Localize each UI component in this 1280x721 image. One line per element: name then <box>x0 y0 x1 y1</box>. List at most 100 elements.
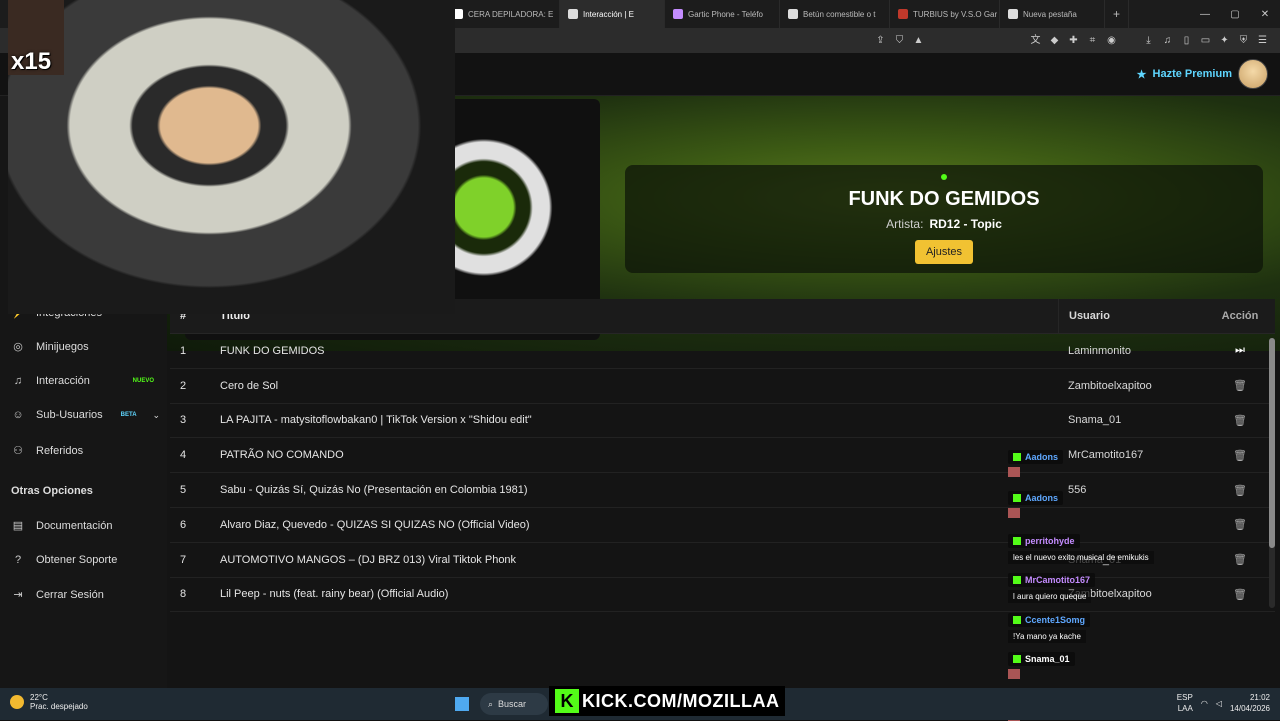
alert-icon[interactable]: ▲ <box>913 35 924 46</box>
clock[interactable]: 21:02 14/04/2026 <box>1230 692 1270 714</box>
tab-label: Interacción | E <box>583 9 634 19</box>
kick-badge-icon <box>1013 616 1021 624</box>
trash-icon[interactable]: 🗑 <box>1205 518 1275 531</box>
users-icon: ☺ <box>12 409 24 421</box>
browser-tab[interactable]: Betún comestible o t <box>780 0 890 28</box>
chat-text: !Ya mano ya kache <box>1008 630 1086 643</box>
sparkle-icon[interactable]: ✦ <box>1219 35 1230 46</box>
table-row: 2 Cero de Sol Zambitoelxapitoo 🗑 <box>170 369 1275 404</box>
sidebar-item-label: Cerrar Sesión <box>36 588 104 601</box>
menu-icon[interactable]: ☰ <box>1257 35 1268 46</box>
sidebar-item-minijuegos[interactable]: ◎ Minijuegos <box>10 340 160 354</box>
temperature: 22°C <box>30 693 48 702</box>
requester-cell: Laminmonito <box>1068 344 1131 357</box>
skip-icon[interactable]: ⏭ <box>1205 344 1275 357</box>
table-scrollbar[interactable] <box>1269 338 1275 608</box>
chat-message-header: perritohyde <box>1008 534 1080 548</box>
new-tab-button[interactable]: + <box>1105 0 1130 28</box>
multiplier-label: x15 <box>11 48 52 75</box>
trash-icon[interactable]: 🗑 <box>1205 553 1275 566</box>
trash-icon[interactable]: 🗑 <box>1205 414 1275 427</box>
extension-icon[interactable]: ◆ <box>1049 35 1060 46</box>
song-title-cell: PATRÃO NO COMANDO <box>220 449 344 462</box>
chat-message-header: Aadons <box>1008 450 1064 464</box>
browser-tab[interactable]: CERA DEPILADORA: E <box>445 0 560 28</box>
chat-message-header: MrCamotito167 <box>1008 573 1096 587</box>
column-header-action: Acción <box>1221 310 1259 322</box>
kick-logo-icon: K <box>555 689 579 713</box>
system-tray: ESP LAA ◠ ◁ 21:02 14/04/2026 <box>1177 692 1270 714</box>
sidebar-item-label: Obtener Soporte <box>36 554 118 566</box>
wifi-icon[interactable]: ◠ <box>1201 699 1208 708</box>
scrollbar-thumb[interactable] <box>1269 338 1275 548</box>
music-icon: ♫ <box>13 375 23 387</box>
minimize-icon[interactable]: — <box>1190 9 1220 20</box>
browser-tab[interactable]: Interacción | E <box>560 0 665 28</box>
sidebar-item-interaccion[interactable]: ♫ Interacción NUEVO <box>10 375 160 387</box>
download-icon[interactable]: ⤓ <box>1143 35 1154 46</box>
chat-emote-icon <box>1008 669 1020 679</box>
trash-icon[interactable]: 🗑 <box>1205 588 1275 601</box>
taskbar-search[interactable]: ⌕ Buscar <box>480 693 548 715</box>
chat-username: Aadons <box>1025 452 1059 462</box>
chat-text: l aura quiero queque <box>1008 590 1092 603</box>
row-number: 3 <box>180 414 187 427</box>
camera-icon[interactable]: ◉ <box>1106 35 1117 46</box>
volume-icon[interactable]: ◁ <box>1216 699 1222 708</box>
sidebar-item-referidos[interactable]: ⚇ Referidos <box>10 444 160 458</box>
browser-tab[interactable]: TURBIUS by V.S.O Gar <box>890 0 1000 28</box>
trash-icon[interactable]: 🗑 <box>1205 484 1275 497</box>
music-icon[interactable]: ♫ <box>1162 35 1173 46</box>
row-number: 8 <box>180 588 187 601</box>
trash-icon[interactable]: 🗑 <box>1205 449 1275 462</box>
browser-tab[interactable]: Gartic Phone - Teléfo <box>665 0 780 28</box>
song-title: FUNK DO GEMIDOS <box>848 188 1040 210</box>
puzzle-icon[interactable]: ✚ <box>1068 35 1079 46</box>
chevron-down-icon[interactable]: ⌄ <box>152 410 160 421</box>
sidebar-item-documentacion[interactable]: ▤ Documentación <box>10 519 160 533</box>
trash-icon[interactable]: 🗑 <box>1205 379 1275 392</box>
avatar[interactable] <box>1238 59 1268 89</box>
artist-line: Artista: RD12 - Topic <box>625 217 1263 231</box>
vpn-icon[interactable]: ⛨ <box>1238 35 1249 46</box>
chat-username: Aadons <box>1025 493 1059 503</box>
crop-icon[interactable]: ⌗ <box>1087 35 1098 46</box>
artist-label: Artista: <box>886 217 924 231</box>
weather-icon <box>10 695 24 709</box>
weather-widget[interactable]: 22°C Prac. despejado <box>10 693 88 711</box>
new-badge: NUEVO <box>132 378 154 384</box>
windows-start-icon[interactable] <box>455 697 469 711</box>
language-code: ESP <box>1176 693 1193 702</box>
language-indicator[interactable]: ESP LAA <box>1177 692 1193 714</box>
chat-message-header: Snama_01 <box>1008 652 1075 666</box>
live-indicator <box>941 174 947 180</box>
beta-badge: BETA <box>120 412 137 418</box>
now-playing-card: FUNK DO GEMIDOS Artista: RD12 - Topic Aju… <box>625 165 1263 273</box>
table-row: 1 FUNK DO GEMIDOS Laminmonito ⏭ <box>170 334 1275 369</box>
chat-emote-icon <box>1008 467 1020 477</box>
sidebar-item-cerrar-sesion[interactable]: ⇥ Cerrar Sesión <box>10 588 160 602</box>
row-number: 5 <box>180 484 187 497</box>
requester-cell: Snama_01 <box>1068 414 1122 427</box>
chat-message: Ccente1Somg !Ya mano ya kache <box>1008 613 1208 643</box>
translate-icon[interactable]: 文 <box>1030 35 1041 46</box>
tab-label: Gartic Phone - Teléfo <box>688 9 764 19</box>
tab-favicon-icon <box>673 9 683 19</box>
song-title-cell: FUNK DO GEMIDOS <box>220 344 325 357</box>
close-icon[interactable]: ✕ <box>1250 9 1280 20</box>
share-icon[interactable]: ⇪ <box>875 35 886 46</box>
browser-tab[interactable]: Nueva pestaña <box>1000 0 1105 28</box>
sidebar-icon[interactable]: ▯ <box>1181 35 1192 46</box>
premium-link[interactable]: ★ Hazte Premium <box>1137 59 1268 89</box>
maximize-icon[interactable]: ▢ <box>1220 9 1250 20</box>
sidebar-item-soporte[interactable]: ? Obtener Soporte <box>10 554 160 566</box>
wallet-icon[interactable]: ▭ <box>1200 35 1211 46</box>
song-title-cell: Alvaro Diaz, Quevedo - QUIZAS SI QUIZAS … <box>220 518 530 531</box>
shield-icon[interactable]: ⛉ <box>894 35 905 46</box>
sidebar-item-label: Sub-Usuarios <box>36 409 103 421</box>
kick-badge-icon <box>1013 576 1021 584</box>
settings-button[interactable]: Ajustes <box>914 240 974 264</box>
chat-message-header: Aadons <box>1008 491 1064 505</box>
chat-emote-icon <box>1008 508 1020 518</box>
sidebar-item-sub-usuarios[interactable]: ☺ Sub-Usuarios BETA ⌄ <box>10 409 160 421</box>
